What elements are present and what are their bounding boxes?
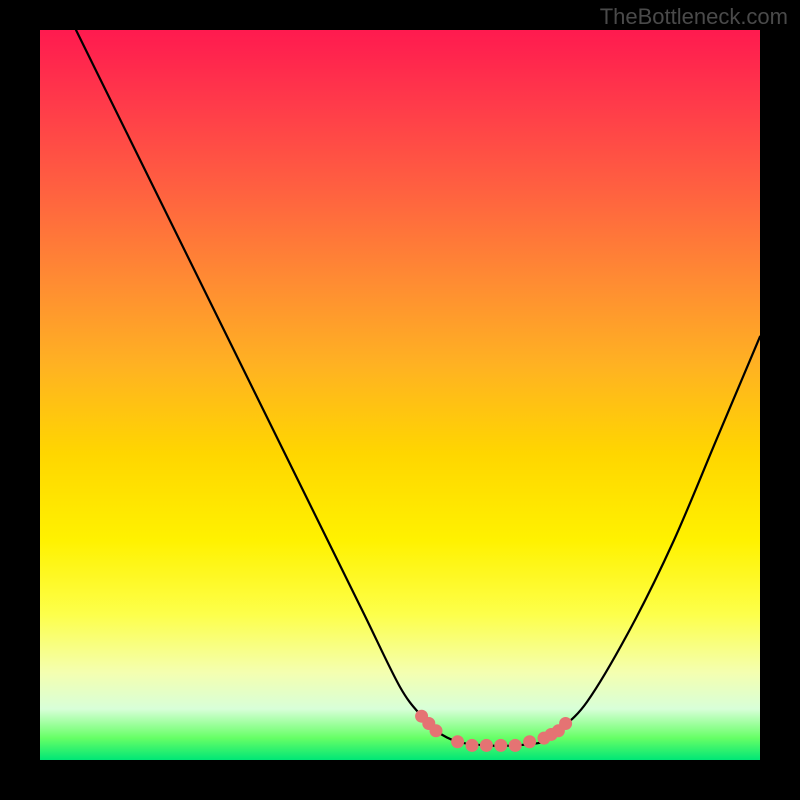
marker-dot bbox=[494, 739, 507, 752]
marker-dot bbox=[430, 724, 443, 737]
bottleneck-curve-line bbox=[76, 30, 760, 746]
chart-plot-area bbox=[40, 30, 760, 760]
marker-dot bbox=[559, 717, 572, 730]
chart-svg bbox=[40, 30, 760, 760]
marker-dot bbox=[480, 739, 493, 752]
marker-dot bbox=[451, 735, 464, 748]
watermark-text: TheBottleneck.com bbox=[600, 4, 788, 30]
marker-dot bbox=[523, 735, 536, 748]
marker-dot bbox=[509, 739, 522, 752]
marker-dot bbox=[466, 739, 479, 752]
